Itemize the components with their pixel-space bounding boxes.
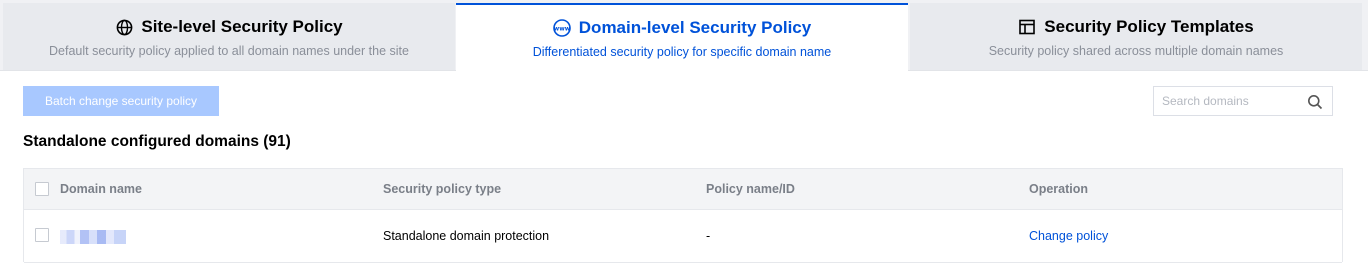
tab-description: Differentiated security policy for speci… [532,45,832,59]
section-title: Standalone configured domains (91) [23,133,291,150]
tab-description: Security policy shared across multiple d… [988,44,1284,58]
policy-type-cell: Standalone domain protection [383,229,550,243]
domains-table: Domain name Security policy type Policy … [23,168,1343,263]
batch-change-policy-button[interactable]: Batch change security policy [23,86,219,116]
column-header-operation: Operation [1029,182,1089,196]
search-input[interactable] [1162,93,1302,109]
column-header-policy-type: Security policy type [383,182,502,196]
tab-title: Security Policy Templates [1044,17,1254,36]
template-icon [1018,18,1036,36]
row-checkbox[interactable] [35,228,49,242]
tab-site-level[interactable]: Site-level Security Policy Default secur… [3,3,455,70]
tab-title: Site-level Security Policy [141,17,343,36]
search-icon[interactable] [1307,94,1323,110]
select-all-checkbox[interactable] [35,182,49,196]
policy-name-cell: - [706,229,711,243]
tab-domain-level[interactable]: www Domain-level Security Policy Differe… [456,3,908,71]
policy-tabs: Site-level Security Policy Default secur… [0,0,1368,71]
column-header-policy-name: Policy name/ID [706,182,795,196]
www-icon: www [552,19,571,37]
domain-name-redacted[interactable] [60,230,126,244]
search-box [1153,86,1333,116]
tab-description: Default security policy applied to all d… [49,44,409,58]
change-policy-link[interactable]: Change policy [1029,229,1108,243]
column-header-domain: Domain name [60,182,142,196]
globe-icon [115,18,133,36]
tab-title: Domain-level Security Policy [578,18,812,37]
tab-templates[interactable]: Security Policy Templates Security polic… [910,3,1362,70]
svg-text:www: www [553,25,570,32]
table-header: Domain name Security policy type Policy … [24,169,1342,210]
table-row: Standalone domain protection - Change po… [24,210,1342,263]
